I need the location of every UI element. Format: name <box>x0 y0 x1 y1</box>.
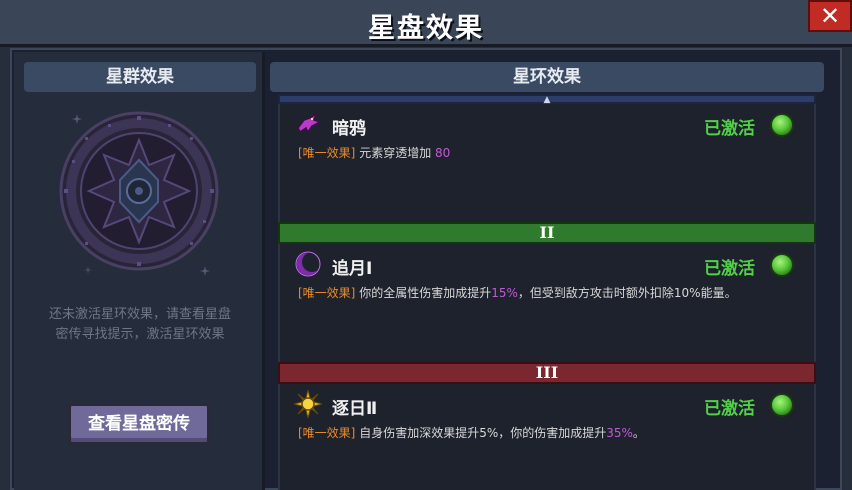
title-bar: 星盘效果 <box>0 0 852 47</box>
view-starmap-secrets-button[interactable]: 查看星盘密传 <box>68 403 210 445</box>
starmap-emblem <box>59 111 219 271</box>
sparkle-icon <box>72 114 82 124</box>
sparkle-icon <box>200 266 210 276</box>
hint-line-1: 还未激活星环效果，请查看星盘 <box>48 307 231 322</box>
effect-description: [唯一效果] 元素穿透增加 80 <box>298 144 450 161</box>
effect-description: [唯一效果] 自身伤害加深效果提升5%，你的伤害加成提升35%。 <box>298 424 645 441</box>
desc-text-tail: ，但受到敌方攻击时额外扣除10%能量。 <box>517 286 737 300</box>
window-title: 星盘效果 <box>368 13 484 44</box>
ring-effect-card: 逐日Ⅱ 已激活 [唯一效果] 自身伤害加深效果提升5%，你的伤害加成提升35%。 <box>278 384 816 490</box>
status-label: 已激活 <box>704 119 755 139</box>
sparkle-icon <box>84 266 92 274</box>
unique-effect-tag: [唯一效果] <box>298 286 356 300</box>
desc-value: 80 <box>435 146 451 160</box>
tier-3-divider: III <box>278 362 816 384</box>
tier-2-divider: II <box>278 222 816 244</box>
desc-text: 自身伤害加深效果提升5%，你的伤害加成提升 <box>359 426 607 440</box>
hint-line-2: 密传寻找提示，激活星环效果 <box>55 327 225 342</box>
inactive-hint: 还未激活星环效果，请查看星盘 密传寻找提示，激活星环效果 <box>22 305 258 345</box>
desc-value: 15% <box>491 286 518 300</box>
effect-description: [唯一效果] 你的全属性伤害加成提升15%，但受到敌方攻击时额外扣除10%能量。 <box>298 284 737 301</box>
status-label: 已激活 <box>704 399 755 419</box>
unique-effect-tag: [唯一效果] <box>298 146 356 160</box>
unique-effect-tag: [唯一效果] <box>298 426 356 440</box>
ring-effects-header: 星环效果 <box>270 62 824 92</box>
status-orb-icon <box>770 113 794 137</box>
crow-icon <box>297 112 322 134</box>
desc-text: 你的全属性伤害加成提升 <box>359 286 492 300</box>
close-icon: ✕ <box>819 2 841 30</box>
crescent-moon-icon <box>295 251 322 277</box>
sun-icon <box>294 390 322 418</box>
game-window: 星盘效果 ✕ 星群效果 还未激活星环效果，请查看星盘 密传寻找提示，激活星环效果… <box>0 0 852 490</box>
desc-value: 35% <box>606 426 633 440</box>
ring-effect-card: 追月Ⅰ 已激活 [唯一效果] 你的全属性伤害加成提升15%，但受到敌方攻击时额外… <box>278 244 816 362</box>
effect-name: 逐日Ⅱ <box>332 399 378 419</box>
constellation-effects-header: 星群效果 <box>24 62 256 92</box>
ring-effect-card: 暗鸦 已激活 [唯一效果] 元素穿透增加 80 <box>278 104 816 222</box>
effect-name: 追月Ⅰ <box>332 259 373 279</box>
status-label: 已激活 <box>704 259 755 279</box>
tier-1-divider: ▲ <box>278 94 816 105</box>
close-button[interactable]: ✕ <box>808 0 852 32</box>
status-orb-icon <box>770 253 794 277</box>
status-orb-icon <box>770 393 794 417</box>
ring-effects-list[interactable]: ▲ 暗鸦 已激活 [唯一效果] 元素穿透增加 80 II 追月Ⅰ 已激活 [唯一… <box>278 94 816 490</box>
desc-text-tail: 。 <box>632 426 645 440</box>
desc-text: 元素穿透增加 <box>359 146 436 160</box>
effect-name: 暗鸦 <box>332 119 366 139</box>
